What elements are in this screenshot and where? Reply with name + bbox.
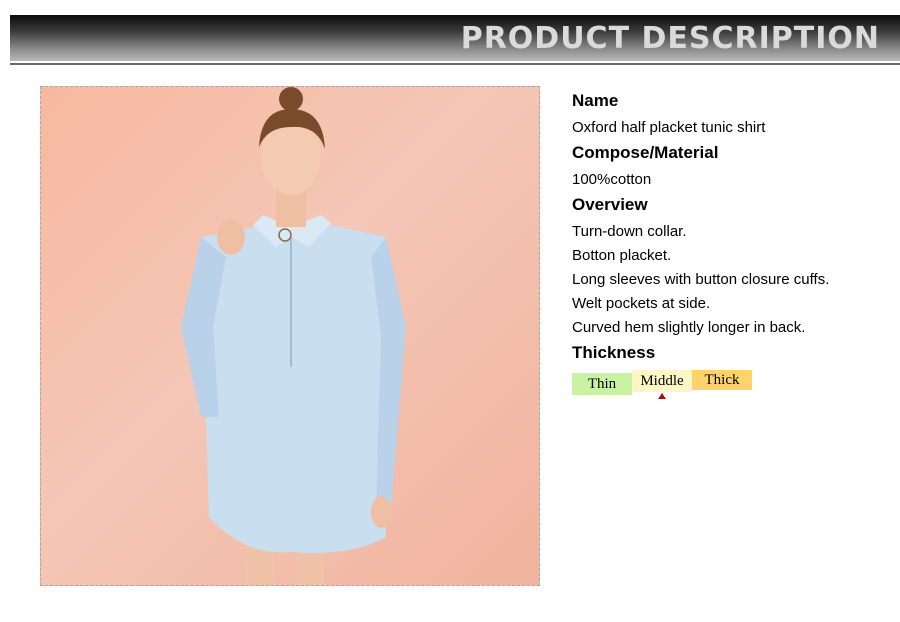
selected-marker-icon (658, 393, 666, 399)
banner-divider (10, 63, 900, 65)
material-label: Compose/Material (572, 143, 719, 162)
thickness-scale: Thin Middle Thick (572, 370, 892, 400)
name-label: Name (572, 91, 619, 110)
thickness-thick: Thick (692, 370, 752, 390)
overview-item: Turn-down collar. (572, 223, 687, 240)
product-photo (40, 86, 540, 586)
product-description: Name Oxford half placket tunic shirt Com… (572, 90, 892, 400)
product-photo-icon (181, 87, 406, 585)
thickness-thin: Thin (572, 373, 632, 395)
overview-label: Overview (572, 195, 648, 214)
overview-item: Long sleeves with button closure cuffs. (572, 271, 830, 288)
name-value: Oxford half placket tunic shirt (572, 119, 766, 136)
thickness-middle: Middle (632, 370, 692, 392)
overview-item: Curved hem slightly longer in back. (572, 319, 806, 336)
overview-item: Welt pockets at side. (572, 295, 711, 312)
header-banner: PRODUCT DESCRIPTION (10, 15, 900, 61)
banner-title: PRODUCT DESCRIPTION (460, 21, 880, 56)
overview-item: Botton placket. (572, 247, 672, 264)
thickness-label: Thickness (572, 343, 656, 362)
material-value: 100%cotton (572, 171, 652, 188)
